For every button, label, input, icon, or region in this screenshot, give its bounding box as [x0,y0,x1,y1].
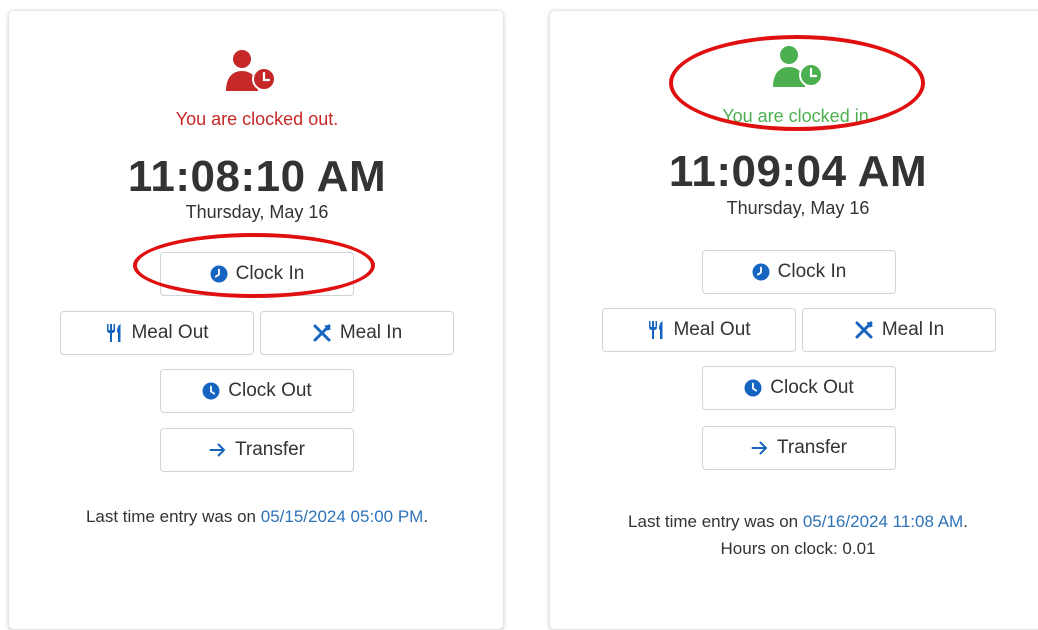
arrow-right-icon [751,441,767,455]
meal-out-label: Meal Out [673,319,751,340]
last-entry-suffix: . [963,512,968,531]
last-entry-datetime-link[interactable]: 05/15/2024 05:00 PM [261,507,424,526]
user-clock-icon [226,50,276,91]
current-time: 11:08:10 AM [127,152,387,201]
status-text: You are clocked out. [175,109,339,129]
clock-out-label: Clock Out [228,380,312,401]
last-entry-prefix: Last time entry was on [85,507,261,526]
user-clock-icon [773,46,823,87]
clock-out-button[interactable]: Clock Out [702,366,896,410]
last-time-entry: Last time entry was on 05/15/2024 05:00 … [9,507,505,527]
clock-out-button[interactable]: Clock Out [160,369,354,413]
current-date: Thursday, May 16 [726,198,870,218]
transfer-label: Transfer [234,439,306,460]
clock-icon [744,379,762,397]
last-entry-suffix: . [423,507,429,526]
clock-in-button[interactable]: Clock In [160,252,354,296]
time-clock-panel-clocked-in: You are clocked in. 11:09:04 AM Thursday… [549,10,1038,630]
time-clock-panel-clocked-out: You are clocked out. 11:08:10 AM Thursda… [8,10,504,630]
clock-icon [752,263,770,281]
transfer-button[interactable]: Transfer [160,428,354,472]
clock-in-label: Clock In [777,261,847,282]
transfer-button[interactable]: Transfer [702,426,896,470]
meal-in-button[interactable]: Meal In [260,311,454,355]
arrow-right-icon [209,443,225,457]
meal-out-label: Meal Out [131,322,209,343]
meal-in-label: Meal In [339,322,403,343]
meal-in-label: Meal In [881,319,945,340]
last-time-entry: Last time entry was on 05/16/2024 11:08 … [550,512,1038,532]
hours-on-clock: Hours on clock: 0.01 [720,539,876,558]
last-entry-prefix: Last time entry was on [628,512,803,531]
meal-out-button[interactable]: Meal Out [602,308,796,352]
status-text: You are clocked in. [722,106,874,126]
meal-in-button[interactable]: Meal In [802,308,996,352]
meal-out-button[interactable]: Meal Out [60,311,254,355]
utensils-icon [649,321,663,339]
crossed-utensils-icon [855,321,873,339]
clock-icon [202,382,220,400]
transfer-label: Transfer [776,437,848,458]
clock-icon [210,265,228,283]
current-time: 11:09:04 AM [668,147,928,196]
utensils-icon [107,324,121,342]
clock-out-label: Clock Out [770,377,854,398]
clock-in-button[interactable]: Clock In [702,250,896,294]
last-entry-datetime-link[interactable]: 05/16/2024 11:08 AM [803,512,963,531]
crossed-utensils-icon [313,324,331,342]
clock-in-label: Clock In [235,263,305,284]
current-date: Thursday, May 16 [185,202,329,222]
